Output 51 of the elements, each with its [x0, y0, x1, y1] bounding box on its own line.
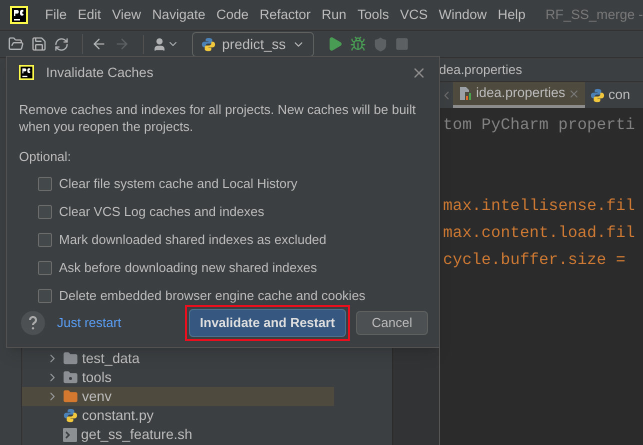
code-line: cycle.buffer.size =	[443, 250, 626, 271]
tree-item[interactable]: venv	[22, 387, 334, 406]
code-line: max.content.load.fil	[443, 223, 636, 244]
properties-file-icon	[458, 86, 473, 101]
close-tab-icon[interactable]	[568, 88, 580, 100]
python-logo-icon	[201, 36, 216, 52]
tree-item[interactable]: test_data	[22, 349, 334, 368]
python-logo-icon	[590, 88, 606, 102]
checkbox-label[interactable]: Mark downloaded shared indexes as excluded	[59, 230, 326, 250]
checkbox[interactable]	[38, 204, 52, 218]
tree-item[interactable]: constant.py	[22, 406, 334, 425]
window-title: RF_SS_merge -	[544, 6, 643, 24]
menu-item[interactable]: Window	[438, 4, 487, 26]
python-logo-icon	[63, 408, 78, 423]
just-restart-link[interactable]: Just restart	[57, 313, 122, 333]
app-logo-icon	[10, 6, 28, 24]
dialog-message: Remove caches and indexes for all projects. New caches will be built when you reopen the projects.	[18, 100, 417, 134]
menu-item[interactable]: File	[45, 4, 67, 26]
cancel-button[interactable]: Cancel	[356, 311, 428, 335]
terminal-file-icon	[63, 428, 77, 442]
menu-item[interactable]: View	[112, 4, 142, 26]
menu-item[interactable]: Navigate	[152, 4, 206, 26]
menu-item[interactable]: Edit	[78, 4, 102, 26]
app-logo-icon	[19, 65, 34, 80]
code-comment: tom PyCharm properti	[443, 115, 636, 136]
checkbox-label[interactable]: Clear file system cache and Local History	[59, 174, 298, 194]
folder-icon	[63, 351, 78, 366]
menu-item[interactable]: Help	[498, 4, 526, 26]
folder-icon	[63, 389, 78, 404]
menu-item[interactable]: Code	[216, 4, 249, 26]
checkbox-label[interactable]: Delete embedded browser engine cache and cookies	[59, 286, 366, 306]
invalidate-restart-button[interactable]: Invalidate and Restart	[188, 309, 346, 337]
checkbox[interactable]	[38, 176, 52, 190]
menu-item[interactable]: Tools	[357, 4, 389, 26]
checkbox[interactable]	[38, 232, 52, 246]
optional-label: Optional:	[18, 148, 72, 166]
folder-icon	[63, 370, 78, 385]
checkbox[interactable]	[38, 260, 52, 274]
checkbox-label[interactable]: Ask before downloading new shared indexes	[59, 258, 318, 278]
menu-item[interactable]: Refactor	[260, 4, 311, 26]
code-line: max.intellisense.fil	[443, 196, 636, 217]
tree-item[interactable]: get_ss_feature.sh	[22, 425, 334, 444]
checkbox-label[interactable]: Clear VCS Log caches and indexes	[59, 202, 264, 222]
editor-tab[interactable]: idea.properties	[453, 82, 586, 108]
tree-item[interactable]: tools	[22, 368, 334, 387]
checkbox[interactable]	[38, 288, 52, 302]
menu-item[interactable]: VCS	[400, 4, 428, 26]
dialog-title: Invalidate Caches	[46, 64, 154, 82]
editor-tab[interactable]: con	[585, 82, 636, 108]
menu-item[interactable]: Run	[322, 4, 346, 26]
help-icon[interactable]	[21, 311, 45, 335]
